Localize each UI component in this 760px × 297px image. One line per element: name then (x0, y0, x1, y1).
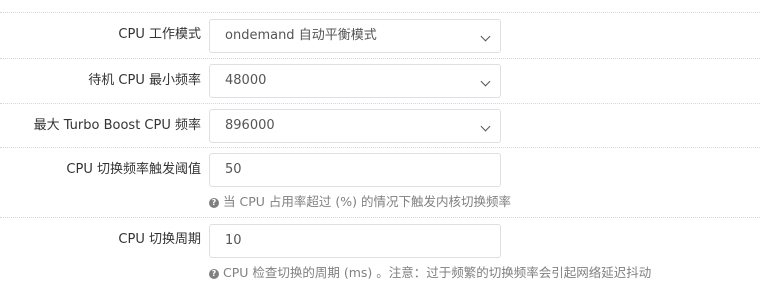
threshold-value: 50 (225, 162, 242, 177)
cpu-mode-label: CPU 工作模式 (118, 27, 201, 42)
form-row-min-freq: 待机 CPU 最小频率 48000 (0, 59, 760, 104)
threshold-input[interactable]: 50 (209, 153, 501, 187)
form-row-threshold: CPU 切换频率触发阈值 50 ? 当 CPU 占用率超过 (%) 的情况下触发内… (0, 148, 760, 218)
form-row-cpu-mode: CPU 工作模式 ondemand 自动平衡模式 (0, 13, 760, 59)
min-freq-value: 48000 (225, 73, 267, 88)
max-turbo-select[interactable]: 896000 (209, 109, 501, 143)
min-freq-label: 待机 CPU 最小频率 (88, 73, 201, 88)
question-circle-icon: ? (209, 269, 219, 279)
chevron-down-icon (480, 76, 491, 87)
question-circle-icon: ? (209, 198, 219, 208)
chevron-down-icon (480, 31, 491, 42)
threshold-label: CPU 切换频率触发阈值 (66, 162, 201, 177)
form-row-max-turbo: 最大 Turbo Boost CPU 频率 896000 (0, 104, 760, 148)
period-help-text: CPU 检查切换的周期 (ms) 。注意：过于频繁的切换频率会引起网络延迟抖动 (223, 265, 652, 280)
period-help: ? CPU 检查切换的周期 (ms) 。注意：过于频繁的切换频率会引起网络延迟抖动 (209, 265, 651, 281)
min-freq-select[interactable]: 48000 (209, 64, 501, 98)
form-row-period: CPU 切换周期 10 ? CPU 检查切换的周期 (ms) 。注意：过于频繁的切… (0, 218, 760, 288)
threshold-help: ? 当 CPU 占用率超过 (%) 的情况下触发内核切换频率 (209, 194, 511, 210)
cpu-mode-select[interactable]: ondemand 自动平衡模式 (209, 19, 501, 53)
threshold-help-text: 当 CPU 占用率超过 (%) 的情况下触发内核切换频率 (223, 194, 511, 209)
max-turbo-value: 896000 (225, 118, 275, 133)
period-value: 10 (225, 233, 242, 248)
period-label: CPU 切换周期 (118, 232, 201, 247)
period-input[interactable]: 10 (209, 224, 501, 258)
max-turbo-label: 最大 Turbo Boost CPU 频率 (33, 118, 201, 133)
cpu-mode-value: ondemand 自动平衡模式 (225, 28, 377, 43)
chevron-down-icon (480, 121, 491, 132)
